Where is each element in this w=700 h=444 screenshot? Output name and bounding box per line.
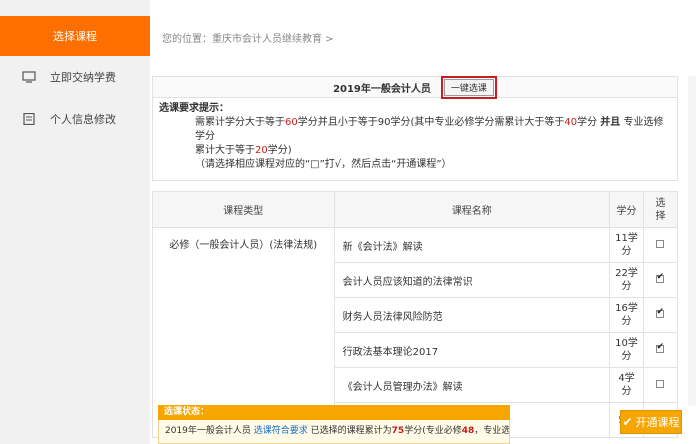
sidebar-item-edit-profile[interactable]: 个人信息修改: [0, 98, 150, 140]
course-table: 课程类型 课程名称 学分 选择 必修（一般会计人员）(法律法规) 新《会计法》解…: [152, 191, 679, 438]
one-click-select-button[interactable]: 一键选课: [440, 75, 497, 99]
sidebar-item-label: 选择课程: [53, 30, 97, 43]
course-checkbox[interactable]: [656, 239, 665, 248]
tips-line-1: 需累计学分大于等于60学分并且小于等于90学分(其中专业必修学分需累计大于等于4…: [195, 117, 664, 142]
course-credit: 11学分: [609, 227, 644, 263]
select-cell: [642, 262, 679, 298]
check-icon: ✔: [622, 415, 633, 429]
table-row: 必修（一般会计人员）(法律法规) 新《会计法》解读 11学分: [152, 227, 679, 438]
course-name: 财务人员法律风险防范: [333, 297, 611, 333]
panel-title: 2019年一般会计人员: [333, 83, 431, 95]
course-checkbox[interactable]: [656, 272, 665, 283]
course-credit: 10学分: [609, 332, 644, 368]
select-cell: [642, 297, 679, 333]
course-name: 会计人员应该知道的法律常识: [333, 262, 611, 298]
status-heading: 选课状态：: [158, 405, 510, 420]
course-checkbox[interactable]: [656, 342, 665, 353]
course-name: 《会计人员管理办法》解读: [333, 367, 611, 403]
col-course-type: 课程类型: [152, 191, 335, 228]
tips-line-2: 累计大于等于20学分): [195, 145, 292, 156]
breadcrumb: 您的位置：重庆市会计人员继续教育 >: [162, 34, 334, 45]
tips-line-3: （请选择相应课程对应的“□”打√，然后点击“开通课程”）: [195, 159, 452, 170]
panel-title-bar: 2019年一般会计人员 一键选课: [152, 75, 678, 99]
requirements-tips: 选课要求提示： 需累计学分大于等于60学分并且小于等于90学分(其中专业必修学分…: [152, 98, 678, 181]
col-credit: 学分: [609, 191, 644, 228]
scrollbar[interactable]: [688, 76, 696, 406]
selection-status: 选课状态： 2019年一般会计人员 选课符合要求 已选择的课程累计为75学分(专…: [158, 405, 510, 444]
course-credit: 4学分: [609, 367, 644, 403]
sidebar-item-label: 立即交纳学费: [50, 71, 116, 84]
course-credit: 16学分: [609, 297, 644, 333]
sidebar-item-select-course[interactable]: 选择课程: [0, 16, 150, 56]
doc-icon: [23, 113, 35, 125]
monitor-icon: [22, 71, 36, 83]
sidebar-item-label: 个人信息修改: [50, 113, 116, 126]
course-checkbox[interactable]: [656, 379, 665, 388]
course-panel: 2019年一般会计人员 一键选课 选课要求提示： 需累计学分大于等于60学分并且…: [152, 75, 679, 444]
table-header-row: 课程类型 课程名称 学分 选择: [152, 191, 679, 228]
open-course-button[interactable]: ✔ 开通课程: [620, 410, 682, 434]
sidebar-item-pay-fee[interactable]: 立即交纳学费: [0, 56, 150, 98]
select-cell: [642, 367, 679, 403]
col-course-name: 课程名称: [333, 191, 611, 228]
course-name: 新《会计法》解读: [333, 227, 611, 263]
sidebar: 选择课程 立即交纳学费 个人信息修改: [0, 0, 150, 444]
select-cell: [642, 332, 679, 368]
select-cell: [642, 227, 679, 263]
course-checkbox[interactable]: [656, 307, 665, 318]
tips-heading: 选课要求提示：: [159, 103, 229, 114]
course-credit: 22学分: [609, 262, 644, 298]
col-select: 选择: [642, 191, 679, 228]
status-text: 2019年一般会计人员 选课符合要求 已选择的课程累计为75学分(专业必修48，…: [158, 420, 510, 444]
course-name: 行政法基本理论2017: [333, 332, 611, 368]
